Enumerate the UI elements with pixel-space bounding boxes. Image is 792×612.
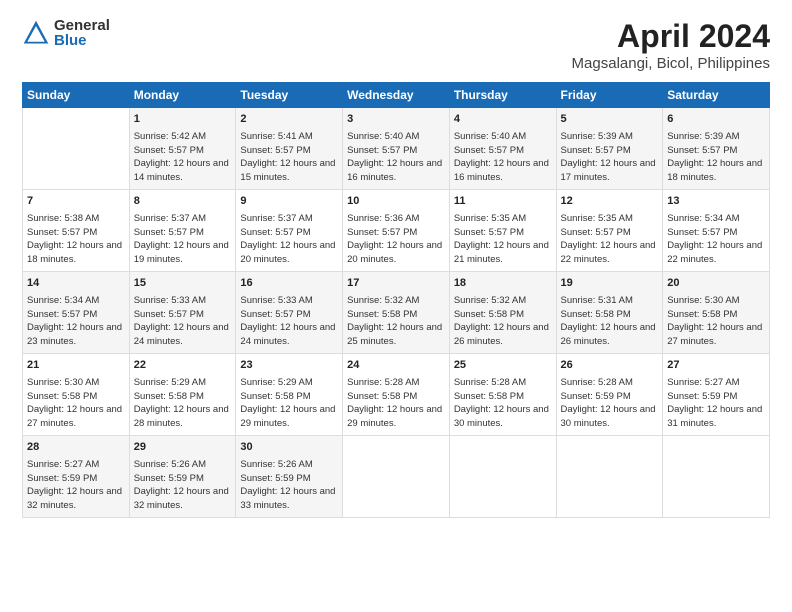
day-number: 14 xyxy=(27,276,125,292)
calendar-cell: 29Sunrise: 5:26 AMSunset: 5:59 PMDayligh… xyxy=(129,436,236,518)
calendar-row: 21Sunrise: 5:30 AMSunset: 5:58 PMDayligh… xyxy=(23,354,770,436)
day-number: 18 xyxy=(454,276,552,292)
day-number: 24 xyxy=(347,358,445,374)
day-number: 21 xyxy=(27,358,125,374)
calendar-cell: 15Sunrise: 5:33 AMSunset: 5:57 PMDayligh… xyxy=(129,272,236,354)
day-number: 15 xyxy=(134,276,232,292)
calendar-cell xyxy=(663,436,770,518)
day-number: 20 xyxy=(667,276,765,292)
day-number: 25 xyxy=(454,358,552,374)
header-cell-tuesday: Tuesday xyxy=(236,83,343,108)
logo-general-text: General xyxy=(54,18,110,33)
day-number: 8 xyxy=(134,194,232,210)
calendar-cell: 30Sunrise: 5:26 AMSunset: 5:59 PMDayligh… xyxy=(236,436,343,518)
day-number: 26 xyxy=(561,358,659,374)
calendar-cell: 2Sunrise: 5:41 AMSunset: 5:57 PMDaylight… xyxy=(236,108,343,190)
day-number: 10 xyxy=(347,194,445,210)
day-number: 23 xyxy=(240,358,338,374)
calendar-cell xyxy=(23,108,130,190)
calendar-cell xyxy=(556,436,663,518)
day-number: 29 xyxy=(134,440,232,456)
day-number: 6 xyxy=(667,112,765,128)
calendar-cell: 1Sunrise: 5:42 AMSunset: 5:57 PMDaylight… xyxy=(129,108,236,190)
logo-blue-text: Blue xyxy=(54,33,110,48)
calendar-cell: 12Sunrise: 5:35 AMSunset: 5:57 PMDayligh… xyxy=(556,190,663,272)
calendar-cell: 10Sunrise: 5:36 AMSunset: 5:57 PMDayligh… xyxy=(343,190,450,272)
day-number: 22 xyxy=(134,358,232,374)
calendar-header-row: SundayMondayTuesdayWednesdayThursdayFrid… xyxy=(23,83,770,108)
logo-text: General Blue xyxy=(54,18,110,48)
main-title: April 2024 xyxy=(572,18,770,55)
calendar-cell: 21Sunrise: 5:30 AMSunset: 5:58 PMDayligh… xyxy=(23,354,130,436)
page: General Blue April 2024 Magsalangi, Bico… xyxy=(0,0,792,612)
day-number: 1 xyxy=(134,112,232,128)
day-number: 11 xyxy=(454,194,552,210)
subtitle: Magsalangi, Bicol, Philippines xyxy=(572,55,770,72)
calendar-cell: 4Sunrise: 5:40 AMSunset: 5:57 PMDaylight… xyxy=(449,108,556,190)
header-cell-wednesday: Wednesday xyxy=(343,83,450,108)
calendar-cell: 13Sunrise: 5:34 AMSunset: 5:57 PMDayligh… xyxy=(663,190,770,272)
calendar-cell: 27Sunrise: 5:27 AMSunset: 5:59 PMDayligh… xyxy=(663,354,770,436)
day-number: 27 xyxy=(667,358,765,374)
logo: General Blue xyxy=(22,18,110,48)
calendar-cell: 9Sunrise: 5:37 AMSunset: 5:57 PMDaylight… xyxy=(236,190,343,272)
calendar-cell: 23Sunrise: 5:29 AMSunset: 5:58 PMDayligh… xyxy=(236,354,343,436)
calendar-row: 14Sunrise: 5:34 AMSunset: 5:57 PMDayligh… xyxy=(23,272,770,354)
calendar-cell: 25Sunrise: 5:28 AMSunset: 5:58 PMDayligh… xyxy=(449,354,556,436)
calendar-row: 7Sunrise: 5:38 AMSunset: 5:57 PMDaylight… xyxy=(23,190,770,272)
calendar-cell: 14Sunrise: 5:34 AMSunset: 5:57 PMDayligh… xyxy=(23,272,130,354)
calendar-cell: 20Sunrise: 5:30 AMSunset: 5:58 PMDayligh… xyxy=(663,272,770,354)
day-number: 30 xyxy=(240,440,338,456)
calendar-cell: 11Sunrise: 5:35 AMSunset: 5:57 PMDayligh… xyxy=(449,190,556,272)
logo-icon xyxy=(22,19,50,47)
header-cell-thursday: Thursday xyxy=(449,83,556,108)
calendar-cell xyxy=(449,436,556,518)
day-number: 5 xyxy=(561,112,659,128)
header-cell-sunday: Sunday xyxy=(23,83,130,108)
calendar-table: SundayMondayTuesdayWednesdayThursdayFrid… xyxy=(22,82,770,518)
calendar-cell: 16Sunrise: 5:33 AMSunset: 5:57 PMDayligh… xyxy=(236,272,343,354)
header-cell-monday: Monday xyxy=(129,83,236,108)
calendar-cell: 5Sunrise: 5:39 AMSunset: 5:57 PMDaylight… xyxy=(556,108,663,190)
calendar-cell: 22Sunrise: 5:29 AMSunset: 5:58 PMDayligh… xyxy=(129,354,236,436)
calendar-cell: 26Sunrise: 5:28 AMSunset: 5:59 PMDayligh… xyxy=(556,354,663,436)
calendar-cell: 7Sunrise: 5:38 AMSunset: 5:57 PMDaylight… xyxy=(23,190,130,272)
calendar-cell xyxy=(343,436,450,518)
calendar-row: 1Sunrise: 5:42 AMSunset: 5:57 PMDaylight… xyxy=(23,108,770,190)
calendar-cell: 6Sunrise: 5:39 AMSunset: 5:57 PMDaylight… xyxy=(663,108,770,190)
day-number: 17 xyxy=(347,276,445,292)
calendar-cell: 8Sunrise: 5:37 AMSunset: 5:57 PMDaylight… xyxy=(129,190,236,272)
calendar-cell: 17Sunrise: 5:32 AMSunset: 5:58 PMDayligh… xyxy=(343,272,450,354)
calendar-cell: 3Sunrise: 5:40 AMSunset: 5:57 PMDaylight… xyxy=(343,108,450,190)
day-number: 19 xyxy=(561,276,659,292)
day-number: 28 xyxy=(27,440,125,456)
day-number: 4 xyxy=(454,112,552,128)
calendar-cell: 28Sunrise: 5:27 AMSunset: 5:59 PMDayligh… xyxy=(23,436,130,518)
day-number: 3 xyxy=(347,112,445,128)
day-number: 2 xyxy=(240,112,338,128)
header-cell-saturday: Saturday xyxy=(663,83,770,108)
day-number: 9 xyxy=(240,194,338,210)
calendar-cell: 18Sunrise: 5:32 AMSunset: 5:58 PMDayligh… xyxy=(449,272,556,354)
calendar-row: 28Sunrise: 5:27 AMSunset: 5:59 PMDayligh… xyxy=(23,436,770,518)
day-number: 7 xyxy=(27,194,125,210)
calendar-cell: 19Sunrise: 5:31 AMSunset: 5:58 PMDayligh… xyxy=(556,272,663,354)
header-cell-friday: Friday xyxy=(556,83,663,108)
header: General Blue April 2024 Magsalangi, Bico… xyxy=(22,18,770,72)
day-number: 13 xyxy=(667,194,765,210)
calendar-cell: 24Sunrise: 5:28 AMSunset: 5:58 PMDayligh… xyxy=(343,354,450,436)
day-number: 16 xyxy=(240,276,338,292)
day-number: 12 xyxy=(561,194,659,210)
title-block: April 2024 Magsalangi, Bicol, Philippine… xyxy=(572,18,770,72)
